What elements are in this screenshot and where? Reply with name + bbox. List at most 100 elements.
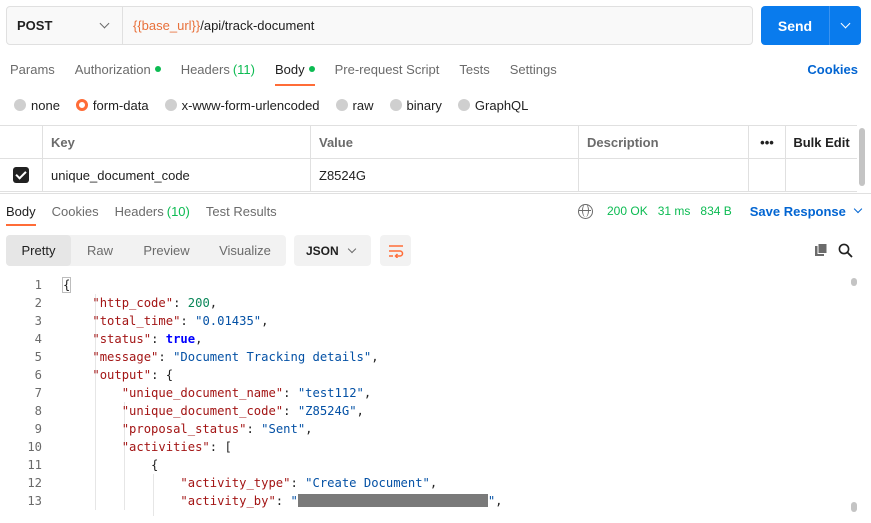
header-value: Value [311,126,579,158]
line-number: 5 [34,350,42,364]
wrap-lines-button[interactable] [380,235,411,266]
body-type-graphql[interactable]: GraphQL [457,97,529,113]
row-spacer-2 [786,159,857,191]
request-tabs: Params Authorization Headers (11) Body Pre-re… [10,52,577,86]
row-value[interactable]: Z8524G [311,159,579,191]
tab-settings[interactable]: Settings [510,52,557,86]
code-line: 6 "output": { [0,366,852,384]
tab-authorization[interactable]: Authorization [75,52,161,86]
status-code[interactable]: 200 OK [607,204,648,218]
header-key: Key [43,126,311,158]
pane-divider[interactable] [0,193,871,194]
code-line: 12 "activity_type": "Create Document", [0,474,852,492]
tab-label: Cookies [51,203,99,219]
tab-params[interactable]: Params [10,52,55,86]
body-type-label: binary [406,97,442,113]
response-body-viewer[interactable]: 1{2 "http_code": 200, 3 "total_time": "0.… [0,276,852,516]
response-status: 200 OK 31 ms 834 B Save Response [578,202,863,220]
row-description[interactable] [579,159,749,191]
view-mode-visualize[interactable]: Visualize [204,235,286,266]
body-type-label: GraphQL [474,97,529,113]
response-tab-cookies[interactable]: Cookies [52,196,99,226]
chevron-down-icon [99,18,110,29]
code-line: 2 "http_code": 200, [0,294,852,312]
code-token: "Document Tracking details" [173,350,372,364]
response-tab-test-results[interactable]: Test Results [206,196,277,226]
code-token: : [246,422,262,436]
code-line: 11 { [0,456,852,474]
bulk-edit-button[interactable]: Bulk Edit [786,126,857,158]
scroll-up-arrow[interactable] [851,278,857,286]
form-data-table: Key Value Description ••• Bulk Edit uniq… [0,125,857,192]
response-tab-body[interactable]: Body [6,196,36,226]
body-type-options: none form-data x-www-form-urlencoded raw bin… [14,95,544,115]
copy-icon[interactable] [814,243,828,257]
response-tabs: Body Cookies Headers (10) Test Results [6,196,293,226]
tab-body[interactable]: Body [274,52,315,86]
code-token: : [158,350,174,364]
format-label: JSON [306,243,339,258]
view-mode-preview[interactable]: Preview [129,235,204,266]
response-size[interactable]: 834 B [700,204,731,218]
header-description: Description [579,126,749,158]
save-response-button[interactable]: Save Response [749,203,863,219]
send-button-group: Send [761,6,861,45]
code-line: 10 "activities": [ [0,438,852,456]
radio-icon [164,99,177,111]
code-text: "activity_type": "Create Document", [63,474,437,492]
wrap-lines-icon [388,244,403,258]
tab-label: Headers [180,61,230,77]
code-token: "activity_by" [180,494,276,508]
header-checkbox-cell [0,126,43,158]
params-scrollbar[interactable] [859,128,865,186]
scroll-down-arrow[interactable] [851,502,857,512]
response-scrollbar[interactable] [851,276,857,516]
method-select[interactable]: POST [7,7,123,44]
tab-headers[interactable]: Headers (11) [181,52,255,86]
code-token: "http_code" [92,296,174,310]
checkbox-icon[interactable] [13,167,29,183]
code-token: "unique_document_code" [121,404,284,418]
code-token: "activities" [121,440,210,454]
more-options-icon[interactable]: ••• [749,126,786,158]
status-dot-icon [308,66,315,72]
code-token: { [61,277,72,293]
tab-tests[interactable]: Tests [459,52,489,86]
radio-icon [335,99,348,111]
row-key[interactable]: unique_document_code [43,159,311,191]
cookies-link[interactable]: Cookies [807,62,858,77]
view-mode-raw[interactable]: Raw [71,235,129,266]
body-type-form-data[interactable]: form-data [75,98,149,113]
send-button[interactable]: Send [761,6,830,45]
code-token: "unique_document_name" [121,386,284,400]
search-icon[interactable] [838,243,853,258]
view-mode-pretty[interactable]: Pretty [6,235,71,266]
body-type-x-www-form-urlencoded[interactable]: x-www-form-urlencoded [164,98,320,113]
redacted-value [297,494,488,507]
body-type-binary[interactable]: binary [389,97,442,113]
tab-count: (10) [166,203,190,219]
code-token: "output" [92,368,152,382]
response-tab-headers[interactable]: Headers (10) [115,196,190,226]
code-token: , [261,314,269,328]
code-text: { [61,276,72,294]
tab-pre-request-script[interactable]: Pre-request Script [335,52,440,86]
format-select[interactable]: JSON [294,235,371,266]
url-input[interactable]: {{base_url}}/api/track-document [123,7,752,44]
code-token: : [173,296,188,310]
body-type-none[interactable]: none [14,98,60,113]
code-token: "activity_type" [180,476,291,490]
code-token: , [363,386,372,400]
body-type-raw[interactable]: raw [335,98,374,113]
send-options-button[interactable] [830,6,861,45]
save-response-label: Save Response [749,203,846,219]
response-time[interactable]: 31 ms [658,204,691,218]
line-number: 3 [34,314,42,328]
globe-icon[interactable] [578,203,593,219]
line-number: 12 [27,476,42,490]
tab-label: Params [10,61,55,77]
